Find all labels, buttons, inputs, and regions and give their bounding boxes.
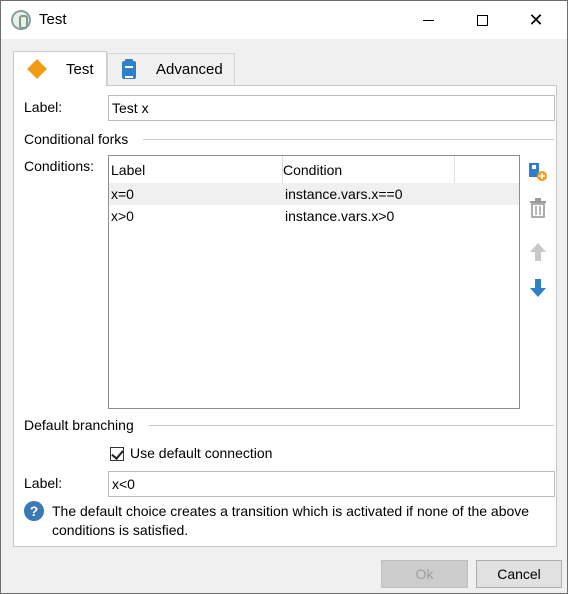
- close-button[interactable]: ✕: [513, 1, 559, 39]
- label-field[interactable]: [108, 95, 555, 121]
- table-row[interactable]: x=0 instance.vars.x==0: [109, 183, 519, 205]
- use-default-connection-checkbox[interactable]: [110, 447, 124, 461]
- delete-condition-button[interactable]: [528, 197, 548, 219]
- use-default-connection-label[interactable]: Use default connection: [130, 445, 272, 461]
- group-divider: [149, 425, 554, 426]
- move-down-button[interactable]: [528, 277, 548, 299]
- help-icon: ?: [24, 501, 44, 521]
- tab-advanced[interactable]: Advanced: [107, 53, 235, 85]
- window-title: Test: [39, 11, 67, 28]
- arrow-down-icon: [530, 279, 546, 297]
- maximize-icon: [476, 14, 488, 26]
- move-up-button[interactable]: [528, 241, 548, 263]
- default-label-caption: Label:: [24, 475, 63, 491]
- clipboard-icon: [122, 58, 136, 79]
- app-icon: [11, 10, 31, 30]
- close-icon: ✕: [528, 9, 544, 31]
- arrow-up-icon: [530, 243, 546, 261]
- cancel-button[interactable]: Cancel: [476, 560, 562, 588]
- ok-button[interactable]: Ok: [381, 560, 468, 588]
- conditions-table[interactable]: Label Condition x=0 instance.vars.x==0 x…: [108, 155, 520, 409]
- column-header-label[interactable]: Label: [111, 162, 145, 178]
- maximize-button[interactable]: [459, 1, 505, 39]
- add-condition-button[interactable]: [528, 161, 548, 183]
- row-condition-cell: instance.vars.x==0: [285, 186, 403, 202]
- minimize-icon: [422, 19, 434, 21]
- tab-test[interactable]: Test: [13, 51, 107, 86]
- trash-icon: [530, 198, 546, 218]
- add-icon: [529, 163, 547, 181]
- table-row[interactable]: x>0 instance.vars.x>0: [109, 205, 519, 227]
- row-label-cell: x=0: [111, 186, 134, 202]
- tab-test-label: Test: [66, 60, 94, 78]
- group-divider: [143, 139, 554, 140]
- column-header-condition[interactable]: Condition: [283, 162, 342, 178]
- minimize-button[interactable]: [405, 1, 451, 39]
- diamond-icon: [27, 59, 47, 79]
- column-divider[interactable]: [454, 156, 455, 183]
- default-branching-heading: Default branching: [24, 417, 134, 433]
- conditional-forks-heading: Conditional forks: [24, 131, 129, 147]
- dialog-window: Test ✕ Test Advanced Label: Conditional …: [0, 0, 568, 594]
- default-label-field[interactable]: [108, 471, 555, 497]
- help-text: The default choice creates a transition …: [52, 503, 530, 538]
- tab-advanced-label: Advanced: [156, 61, 223, 78]
- table-header: Label Condition: [109, 156, 519, 184]
- label-caption: Label:: [24, 99, 63, 115]
- row-label-cell: x>0: [111, 208, 134, 224]
- title-bar: Test ✕: [1, 1, 567, 39]
- conditions-caption: Conditions:: [24, 158, 95, 174]
- row-condition-cell: instance.vars.x>0: [285, 208, 395, 224]
